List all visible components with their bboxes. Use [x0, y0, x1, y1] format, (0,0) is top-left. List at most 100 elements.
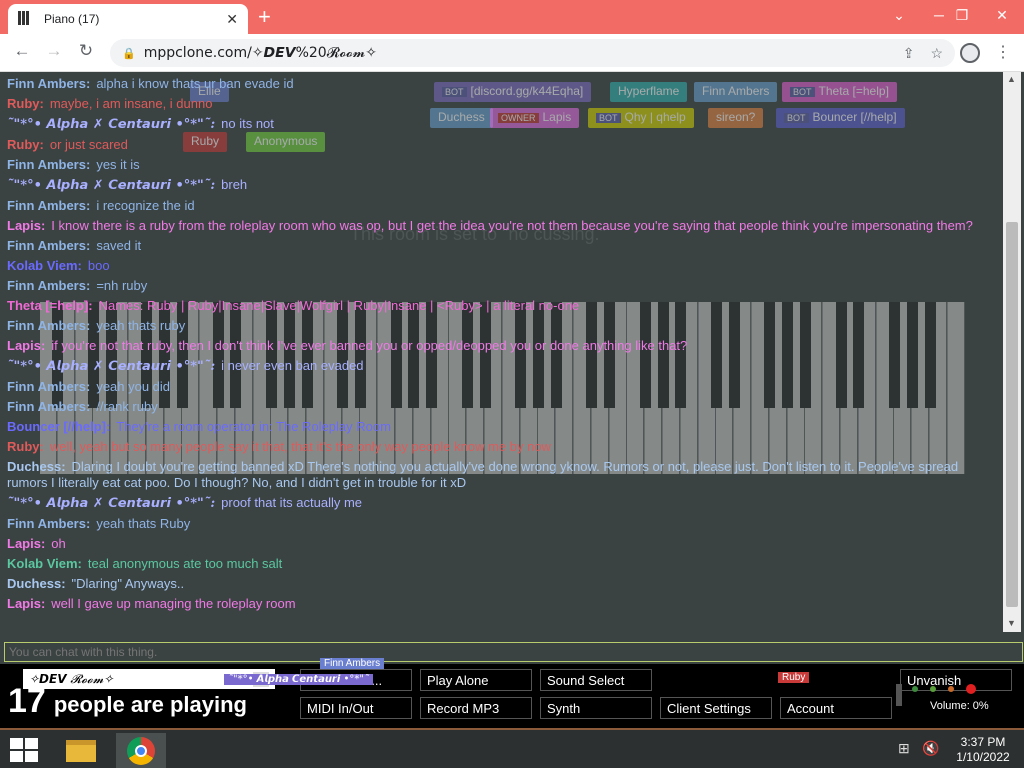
tab-search-icon[interactable]: ⌄ [885, 2, 913, 28]
maximize-button[interactable]: ❐ [948, 2, 976, 28]
chat-message: Lapis: well I gave up managing the rolepl… [7, 596, 997, 612]
control-panel: ✧𝘿𝙀𝙑 𝓡𝓸𝓸𝓶✧ ▲ 17 people are playing New R… [0, 658, 1024, 728]
chat-author[interactable]: Ruby: [7, 439, 44, 454]
chat-author[interactable]: ˜"*°• 𝘼𝙡𝙥𝙝𝙖 ✗ 𝘾𝙚𝙣𝙩𝙖𝙪𝙧𝙞 •°*"˜: [7, 117, 215, 132]
people-count: 17 people are playing [8, 682, 247, 721]
chat-author[interactable]: Ruby: [7, 137, 44, 152]
windows-start-icon[interactable] [10, 738, 38, 762]
record-mp3-button[interactable]: Record MP3 [420, 697, 532, 719]
chat-author[interactable]: ˜"*°• 𝘼𝙡𝙥𝙝𝙖 ✗ 𝘾𝙚𝙣𝙩𝙖𝙪𝙧𝙞 •°*"˜: [7, 178, 215, 193]
chat-author[interactable]: Finn Ambers: [7, 157, 90, 172]
chat-message: ˜"*°• 𝘼𝙡𝙥𝙝𝙖 ✗ 𝘾𝙚𝙣𝙩𝙖𝙪𝙧𝙞 •°*"˜: i never eve… [7, 358, 997, 375]
chat-message: Kolab Viem: boo [7, 258, 997, 274]
chat-author[interactable]: ˜"*°• 𝘼𝙡𝙥𝙝𝙖 ✗ 𝘾𝙚𝙣𝙩𝙖𝙪𝙧𝙞 •°*"˜: [7, 359, 215, 374]
chat-message: Finn Ambers: =nh ruby [7, 278, 997, 294]
chat-text: breh [221, 177, 248, 192]
chat-text: =nh ruby [96, 278, 148, 293]
cursor-tag-finn: Finn Ambers [320, 658, 385, 669]
chat-message: Finn Ambers: yeah thats Ruby [7, 516, 997, 532]
scroll-up-icon[interactable]: ▲ [1007, 74, 1016, 84]
chat-text: well, yeah but so many people say it tha… [49, 439, 551, 454]
browser-tab[interactable]: Piano (17) ✕ [8, 4, 248, 34]
address-bar[interactable]: 🔒 mppclone.com/✧𝘿𝙀𝙑%20𝓡𝓸𝓸𝓶✧ ⇪ ☆ [110, 39, 955, 67]
play-alone-button[interactable]: Play Alone [420, 669, 532, 691]
browser-menu-icon[interactable]: ⋮ [995, 42, 1011, 62]
chat-message: Lapis: if you're not that ruby, then I do… [7, 338, 997, 354]
client-settings-button[interactable]: Client Settings [660, 697, 772, 719]
network-icon[interactable]: ⊞ [898, 740, 910, 757]
chat-author[interactable]: Lapis: [7, 218, 45, 233]
piano-room-page: This room is set to "no cussing." Ellie B… [0, 72, 1024, 728]
chat-message: Finn Ambers: //rank ruby [7, 399, 997, 415]
volume-knob[interactable] [896, 684, 902, 706]
chat-author[interactable]: Kolab Viem: [7, 258, 82, 273]
chat-author[interactable]: Finn Ambers: [7, 238, 90, 253]
chat-message: ˜"*°• 𝘼𝙡𝙥𝙝𝙖 ✗ 𝘾𝙚𝙣𝙩𝙖𝙪𝙧𝙞 •°*"˜: breh [7, 177, 997, 194]
cursor-tag-alpha: ˜"*°• 𝘼𝙡𝙥𝙝𝙖 𝘾𝙚𝙣𝙩𝙖𝙪𝙧𝙞 •°*"˜ [224, 674, 373, 685]
chat-text: boo [87, 258, 110, 273]
speaker-muted-icon[interactable]: 🔇 [922, 740, 939, 757]
volume-control[interactable]: Volume: 0% [896, 684, 1012, 720]
midi-button[interactable]: MIDI In/Out [300, 697, 412, 719]
chat-author[interactable]: Kolab Viem: [7, 556, 82, 571]
reload-button[interactable]: ↻ [74, 41, 98, 61]
profile-icon[interactable] [960, 43, 980, 63]
chat-author[interactable]: Ruby: [7, 96, 44, 111]
share-icon[interactable]: ⇪ [903, 45, 915, 62]
browser-toolbar: ← → ↻ 🔒 mppclone.com/✧𝘿𝙀𝙑%20𝓡𝓸𝓸𝓶✧ ⇪ ☆ ⋮ [0, 34, 1024, 72]
chat-text: "Dlaring" Anyways.. [71, 576, 185, 591]
taskbar-clock[interactable]: 3:37 PM 1/10/2022 [948, 735, 1018, 765]
meter-dot [930, 686, 936, 692]
chat-message: Duchess: "Dlaring" Anyways.. [7, 576, 997, 592]
chat-text: well I gave up managing the roleplay roo… [51, 596, 296, 611]
chat-author[interactable]: Finn Ambers: [7, 399, 90, 414]
back-button[interactable]: ← [10, 41, 34, 61]
account-button[interactable]: Account [780, 697, 892, 719]
forward-button[interactable]: → [42, 41, 66, 61]
chat-author[interactable]: Duchess: [7, 459, 66, 474]
chat-author[interactable]: Finn Ambers: [7, 278, 90, 293]
chat-message: Duchess: Dlaring I doubt you're getting b… [7, 459, 997, 491]
chat-author[interactable]: Finn Ambers: [7, 516, 90, 531]
sound-select-button[interactable]: Sound Select [540, 669, 652, 691]
tab-title: Piano (17) [44, 12, 100, 26]
clock-time: 3:37 PM [960, 735, 1006, 749]
chat-author[interactable]: Finn Ambers: [7, 76, 90, 91]
chat-message: Kolab Viem: teal anonymous ate too much s… [7, 556, 997, 572]
chat-log: Finn Ambers: alpha i know thats ur ban ev… [7, 76, 997, 616]
chat-author[interactable]: Lapis: [7, 536, 45, 551]
chat-message: ˜"*°• 𝘼𝙡𝙥𝙝𝙖 ✗ 𝘾𝙚𝙣𝙩𝙖𝙪𝙧𝙞 •°*"˜: proof that … [7, 495, 997, 512]
chat-text: if you're not that ruby, then I don't th… [51, 338, 688, 353]
chat-author[interactable]: Finn Ambers: [7, 379, 90, 394]
chrome-icon[interactable] [116, 733, 166, 768]
chat-message: Theta [=help]: Names: Ruby | Ruby|Insane|… [7, 298, 997, 314]
chat-author[interactable]: Lapis: [7, 596, 45, 611]
chat-author[interactable]: Theta [=help]: [7, 298, 93, 313]
chat-author[interactable]: Finn Ambers: [7, 198, 90, 213]
chat-author[interactable]: Duchess: [7, 576, 66, 591]
synth-button[interactable]: Synth [540, 697, 652, 719]
chat-author[interactable]: Lapis: [7, 338, 45, 353]
file-explorer-icon[interactable] [56, 733, 106, 768]
chat-input[interactable] [4, 642, 1023, 662]
chat-author[interactable]: ˜"*°• 𝘼𝙡𝙥𝙝𝙖 ✗ 𝘾𝙚𝙣𝙩𝙖𝙪𝙧𝙞 •°*"˜: [7, 496, 215, 511]
chat-author[interactable]: Bouncer [//help]: [7, 419, 110, 434]
chat-author[interactable]: Finn Ambers: [7, 318, 90, 333]
chat-text: maybe, i am insane, i dunno [49, 96, 213, 111]
piano-icon [18, 11, 34, 27]
scroll-down-icon[interactable]: ▼ [1007, 618, 1016, 628]
chat-message: ˜"*°• 𝘼𝙡𝙥𝙝𝙖 ✗ 𝘾𝙚𝙣𝙩𝙖𝙪𝙧𝙞 •°*"˜: no its not [7, 116, 997, 133]
url-text[interactable]: mppclone.com/✧𝘿𝙀𝙑%20𝓡𝓸𝓸𝓶✧ [144, 45, 887, 61]
tab-close-icon[interactable]: ✕ [226, 11, 238, 28]
star-icon[interactable]: ☆ [930, 45, 943, 62]
new-tab-button[interactable]: + [258, 4, 271, 30]
chat-text: teal anonymous ate too much salt [87, 556, 283, 571]
chat-text: oh [51, 536, 66, 551]
people-count-label: people are playing [53, 692, 247, 717]
chat-message: Lapis: I know there is a ruby from the ro… [7, 218, 997, 234]
scroll-thumb[interactable] [1006, 222, 1018, 607]
chat-text: Dlaring I doubt you're getting banned xD… [7, 459, 962, 490]
chat-scrollbar[interactable]: ▲ ▼ [1003, 72, 1021, 632]
close-window-button[interactable]: ✕ [988, 2, 1016, 28]
people-count-number: 17 [8, 682, 46, 720]
